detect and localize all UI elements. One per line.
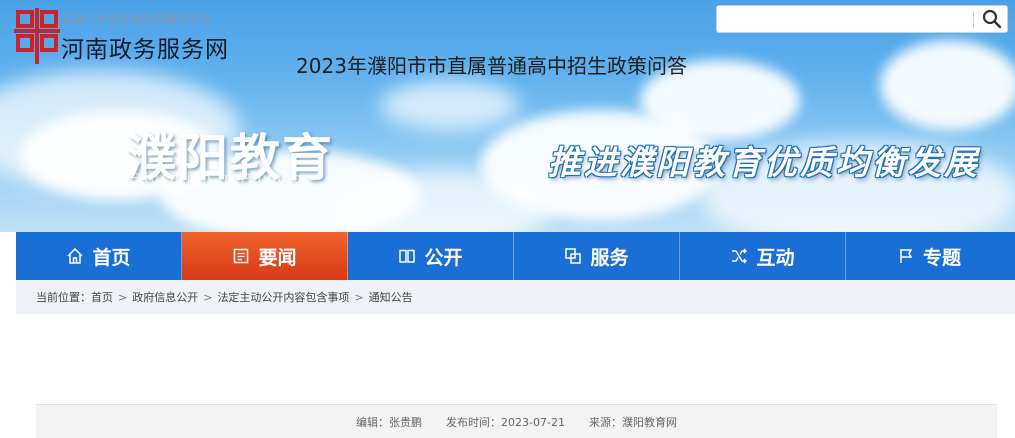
- article-source: 来源：濮阳教育网: [588, 415, 677, 429]
- nav-item-service[interactable]: 服务: [514, 232, 680, 280]
- breadcrumb-link-notices[interactable]: 通知公告: [369, 289, 413, 305]
- flag-icon: [900, 249, 913, 263]
- nav-item-home[interactable]: 首页: [16, 232, 182, 280]
- breadcrumb-separator: >: [118, 290, 128, 304]
- breadcrumb-link-gov-info[interactable]: 政府信息公开: [132, 289, 198, 305]
- home-icon: [67, 247, 84, 264]
- search-icon[interactable]: [979, 8, 1005, 30]
- nav-item-open[interactable]: 公开: [348, 232, 514, 280]
- nav-item-news[interactable]: 要闻: [182, 232, 348, 280]
- banner-title-en: Education in Puyang: [128, 170, 304, 187]
- breadcrumb: 当前位置： 首页 > 政府信息公开 > 法定主动公开内容包含事项 > 通知公告: [16, 280, 1015, 314]
- article-publish-time: 发布时间：2023-07-21: [446, 415, 565, 429]
- nav-item-label: 专题: [922, 246, 961, 269]
- header-banner: 全国一体化在线政务服务平台 河南政务服务网 濮阳教育 Education in …: [0, 0, 1015, 232]
- search-divider: [973, 12, 974, 28]
- search-box: [716, 5, 1008, 33]
- cloud-decoration: [380, 80, 520, 130]
- article-meta: 编辑：张贵鹏 发布时间：2023-07-21 来源：濮阳教育网: [36, 404, 997, 438]
- breadcrumb-prefix: 当前位置：: [36, 291, 91, 304]
- news-icon: [234, 248, 249, 264]
- service-icon: [565, 248, 582, 264]
- book-icon: [399, 249, 416, 263]
- interact-icon: [732, 248, 748, 264]
- search-input[interactable]: [723, 9, 977, 31]
- article-title: 2023年濮阳市市直属普通高中招生政策问答: [296, 54, 687, 78]
- breadcrumb-link-statutory[interactable]: 法定主动公开内容包含事项: [217, 289, 349, 305]
- nav-item-label: 互动: [756, 246, 795, 269]
- nav-item-label: 首页: [92, 246, 131, 269]
- breadcrumb-link-home[interactable]: 首页: [91, 289, 113, 305]
- nav-item-topic[interactable]: 专题: [846, 232, 1012, 280]
- nav-item-label: 公开: [424, 246, 463, 269]
- nav-item-interact[interactable]: 互动: [680, 232, 846, 280]
- banner-slogan: 推进濮阳教育优质均衡发展: [548, 143, 980, 182]
- breadcrumb-separator: >: [354, 290, 364, 304]
- nav-item-label: 服务: [590, 246, 629, 269]
- article-editor: 编辑：张贵鹏: [356, 415, 423, 429]
- main-nav: 首页 要闻 公开 服务 互动 专题: [16, 232, 1015, 280]
- portal-subtitle: 全国一体化在线政务服务平台: [62, 13, 212, 26]
- nav-item-label: 要闻: [258, 246, 297, 269]
- breadcrumb-separator: >: [203, 290, 213, 304]
